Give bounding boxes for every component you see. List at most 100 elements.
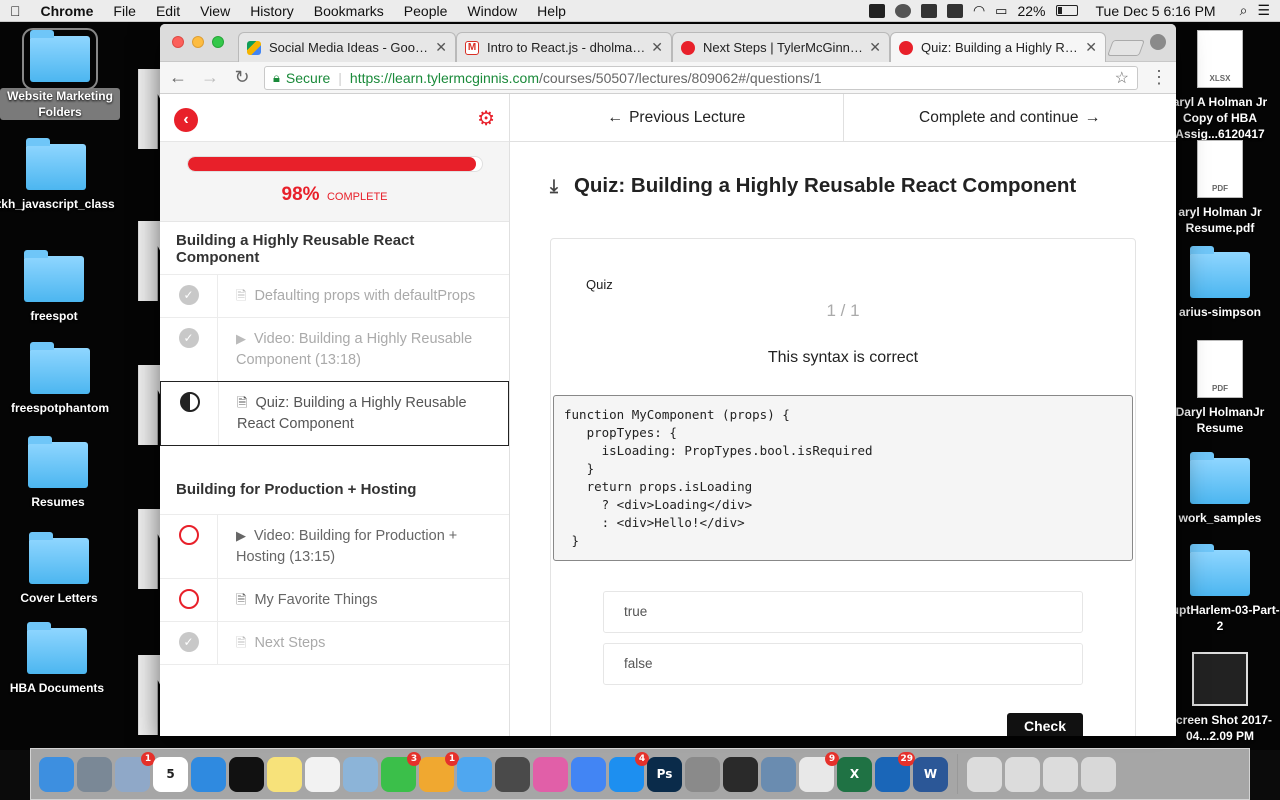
app-menu[interactable]: Chrome	[31, 3, 104, 19]
desktop-file[interactable]: Screen Shot 2017-04...2.09 PM	[1160, 652, 1280, 744]
settings-gear-icon[interactable]: ⚙	[477, 106, 495, 131]
mail-stamp-icon[interactable]: 1	[115, 751, 155, 792]
chrome-menu-icon[interactable]: ⋮	[1150, 67, 1168, 88]
launchpad-icon[interactable]	[77, 756, 112, 792]
calendar-icon[interactable]: 5	[153, 756, 188, 792]
image-capture-icon[interactable]	[761, 756, 796, 792]
profile-avatar-icon[interactable]	[1150, 34, 1166, 50]
notification-center-icon[interactable]: ☰	[1257, 2, 1270, 19]
preview-icon[interactable]	[343, 756, 378, 792]
desktop-folder[interactable]: Cover Letters	[0, 532, 119, 606]
slack-icon[interactable]: 9	[799, 751, 839, 792]
lesson-next-steps[interactable]: ✓ 🗎︎ Next Steps	[160, 621, 509, 665]
code-snippet: function MyComponent (props) { propTypes…	[553, 395, 1133, 561]
bookmark-star-icon[interactable]: ☆	[1115, 68, 1129, 88]
tylermcginnis-icon	[681, 40, 695, 55]
system-preferences-icon[interactable]	[685, 756, 720, 792]
m-app-icon[interactable]	[946, 3, 963, 18]
desktop-folder[interactable]: freespot	[0, 250, 114, 324]
close-tab-icon[interactable]: ✕	[651, 39, 663, 56]
status-app-icon[interactable]	[868, 3, 885, 18]
close-tab-icon[interactable]: ✕	[1085, 39, 1097, 56]
menu-bookmarks[interactable]: Bookmarks	[304, 3, 394, 19]
menu-edit[interactable]: Edit	[146, 3, 190, 19]
menu-file[interactable]: File	[103, 3, 146, 19]
lesson-video-reusable-component[interactable]: ✓ ▶ Video: Building a Highly Reusable Com…	[160, 317, 509, 381]
lesson-quiz-current[interactable]: 🗎︎ Quiz: Building a Highly Reusable React…	[160, 381, 509, 446]
desktop-file[interactable]: PDF aryl Holman Jr Resume.pdf	[1160, 140, 1280, 236]
lesson-defaulting-props[interactable]: ✓ 🗎︎ Defaulting props with defaultProps	[160, 274, 509, 317]
screenshots-stack-icon[interactable]	[1043, 756, 1078, 792]
close-tab-icon[interactable]: ✕	[435, 39, 447, 56]
lesson-video-production[interactable]: ▶ Video: Building for Production + Hostin…	[160, 514, 509, 578]
apple-menu-icon[interactable]: 	[0, 3, 31, 19]
wifi-icon[interactable]: ◠	[973, 2, 985, 19]
tab-intro-to-react[interactable]: M Intro to React.js - dholmanj@ ✕	[456, 32, 672, 62]
spotlight-search-icon[interactable]: ⌕	[1240, 2, 1248, 19]
answer-option-true[interactable]: true	[603, 591, 1083, 633]
desktop-folder[interactable]: tkh_javascript_class	[0, 138, 116, 212]
desktop-folder[interactable]: HBA Documents	[0, 622, 117, 696]
app-store-icon[interactable]: 4	[609, 751, 649, 792]
minimize-window-icon[interactable]	[192, 36, 204, 48]
trash-icon[interactable]	[1081, 756, 1116, 792]
close-window-icon[interactable]	[172, 36, 184, 48]
airplay-icon[interactable]: ▭	[995, 3, 1007, 19]
messages-icon[interactable]	[457, 756, 492, 792]
excel-icon[interactable]: X	[837, 756, 872, 792]
word-icon[interactable]: W	[913, 756, 948, 792]
desktop-folder[interactable]: sruptHarlem-03-Part-2	[1160, 544, 1280, 634]
tab-next-steps[interactable]: Next Steps | TylerMcGinnis.c ✕	[672, 32, 890, 62]
desktop-file[interactable]: XLSX aryl A Holman Jr Copy of HBA Assig.…	[1160, 30, 1280, 142]
answer-option-false[interactable]: false	[603, 643, 1083, 685]
safari-icon[interactable]	[191, 756, 226, 792]
acrobat-icon[interactable]	[723, 756, 758, 792]
desktop-folder[interactable]: work_samples	[1160, 452, 1280, 526]
tidal-icon[interactable]	[229, 756, 264, 792]
notes-icon[interactable]	[267, 756, 302, 792]
tab-quiz-active[interactable]: Quiz: Building a Highly Reusa ✕	[890, 32, 1106, 62]
menubar-clock[interactable]: Tue Dec 5 6:16 PM	[1096, 3, 1216, 19]
tab-social-media-ideas[interactable]: Social Media Ideas - Google ✕	[238, 32, 456, 62]
photos-icon[interactable]: 1	[419, 751, 459, 792]
sublime-text-icon[interactable]	[495, 756, 530, 792]
grid-app-icon[interactable]	[920, 3, 937, 18]
back-arrow-icon[interactable]: ←	[168, 67, 188, 88]
photoshop-icon[interactable]: Ps	[647, 756, 682, 792]
desktop-folder[interactable]: Website Marketing Folders	[0, 28, 120, 120]
menu-history[interactable]: History	[240, 3, 304, 19]
facetime-icon[interactable]: 3	[381, 751, 421, 792]
zoom-window-icon[interactable]	[212, 36, 224, 48]
outlook-icon[interactable]: 29	[875, 751, 915, 792]
new-tab-button[interactable]	[1107, 40, 1145, 56]
document-stack-icon[interactable]	[967, 756, 1002, 792]
finder-icon[interactable]	[39, 756, 74, 792]
previous-lecture-button[interactable]: ← Previous Lecture	[510, 94, 843, 141]
itunes-icon[interactable]	[533, 756, 568, 792]
back-to-course-button[interactable]: ‹	[174, 108, 198, 132]
menu-window[interactable]: Window	[457, 3, 527, 19]
lesson-favorite-things[interactable]: 🗎︎ My Favorite Things	[160, 578, 509, 621]
menu-people[interactable]: People	[394, 3, 458, 19]
desktop-folder[interactable]: freespotphantom	[0, 342, 120, 416]
folder-icon	[1190, 452, 1250, 504]
menu-help[interactable]: Help	[527, 3, 576, 19]
reload-icon[interactable]: ↻	[232, 67, 252, 88]
desktop-file[interactable]: PDF Daryl HolmanJr Resume	[1160, 340, 1280, 436]
address-bar[interactable]: 🔒︎ Secure | https://learn.tylermcginnis.…	[264, 65, 1138, 90]
desktop-folder[interactable]: Resumes	[0, 436, 118, 510]
forward-arrow-icon[interactable]: →	[200, 67, 220, 88]
close-tab-icon[interactable]: ✕	[869, 39, 881, 56]
desktop-folder[interactable]: arius-simpson	[1160, 246, 1280, 320]
battery-icon[interactable]	[1055, 5, 1078, 16]
check-answer-button[interactable]: Check	[1007, 713, 1083, 736]
creative-cloud-icon[interactable]	[894, 3, 911, 18]
menu-view[interactable]: View	[190, 3, 240, 19]
file-type-label: XLSX	[1209, 74, 1231, 83]
downloads-stack-icon[interactable]	[1005, 756, 1040, 792]
download-icon[interactable]: ⤓	[550, 176, 558, 197]
chrome-icon[interactable]	[571, 756, 606, 792]
complete-continue-button[interactable]: Complete and continue →	[842, 94, 1177, 141]
desktop-icon-label: freespotphantom	[10, 401, 109, 415]
reminders-icon[interactable]	[305, 756, 340, 792]
